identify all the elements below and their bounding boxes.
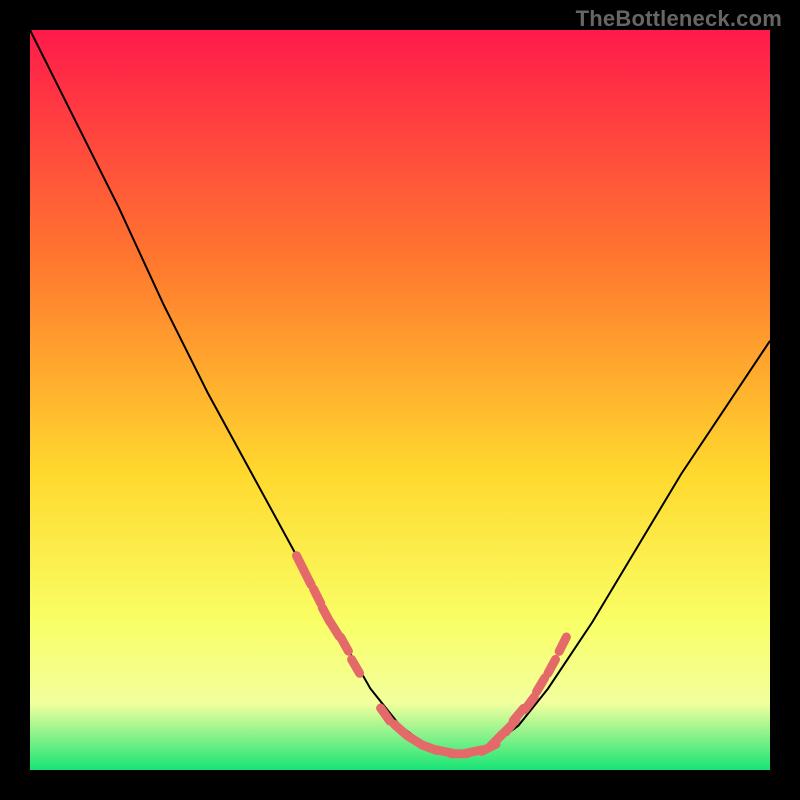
chart-stage: TheBottleneck.com <box>0 0 800 800</box>
plot-background <box>30 30 770 770</box>
watermark-text: TheBottleneck.com <box>576 6 782 32</box>
bottleneck-plot <box>0 0 800 800</box>
marker-dash <box>304 571 311 585</box>
